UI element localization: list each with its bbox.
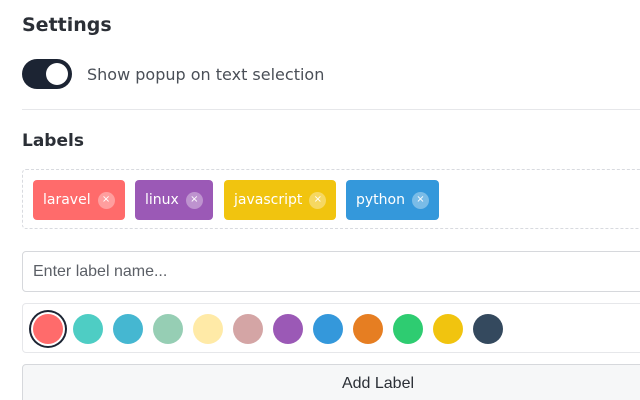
label-tag-name: linux xyxy=(145,192,179,208)
remove-tag-icon[interactable]: × xyxy=(411,191,429,209)
remove-tag-icon[interactable]: × xyxy=(97,191,115,209)
color-picker xyxy=(22,303,640,353)
color-swatch-0[interactable] xyxy=(33,314,63,344)
label-name-input[interactable] xyxy=(22,251,640,292)
color-swatch-8[interactable] xyxy=(353,314,383,344)
color-swatch-3[interactable] xyxy=(153,314,183,344)
color-swatch-1[interactable] xyxy=(73,314,103,344)
color-swatch-4[interactable] xyxy=(193,314,223,344)
label-tags-container: laravel × linux × javascript × python × xyxy=(22,169,640,229)
popup-toggle-label: Show popup on text selection xyxy=(87,64,325,84)
color-swatch-2[interactable] xyxy=(113,314,143,344)
labels-title: Labels xyxy=(22,131,84,151)
color-swatch-11[interactable] xyxy=(473,314,503,344)
label-tag-python: python × xyxy=(346,180,439,220)
label-tag-name: python xyxy=(356,192,405,208)
popup-toggle-row: Show popup on text selection xyxy=(22,59,324,89)
toggle-knob xyxy=(46,63,68,85)
add-label-button[interactable]: Add Label xyxy=(22,364,640,400)
add-label-button-text: Add Label xyxy=(341,375,415,392)
color-swatch-6[interactable] xyxy=(273,314,303,344)
section-divider xyxy=(22,109,640,110)
settings-title: Settings xyxy=(22,14,112,36)
color-swatch-9[interactable] xyxy=(393,314,423,344)
label-tag-name: javascript xyxy=(234,192,303,208)
label-tag-javascript: javascript × xyxy=(224,180,337,220)
color-swatch-5[interactable] xyxy=(233,314,263,344)
remove-tag-icon[interactable]: × xyxy=(185,191,203,209)
label-tag-laravel: laravel × xyxy=(33,180,125,220)
settings-page: Settings Show popup on text selection La… xyxy=(0,0,640,400)
color-swatch-7[interactable] xyxy=(313,314,343,344)
label-tag-name: laravel xyxy=(43,192,91,208)
popup-toggle-switch[interactable] xyxy=(22,59,72,89)
label-tag-linux: linux × xyxy=(135,180,213,220)
color-swatch-10[interactable] xyxy=(433,314,463,344)
remove-tag-icon[interactable]: × xyxy=(309,191,327,209)
